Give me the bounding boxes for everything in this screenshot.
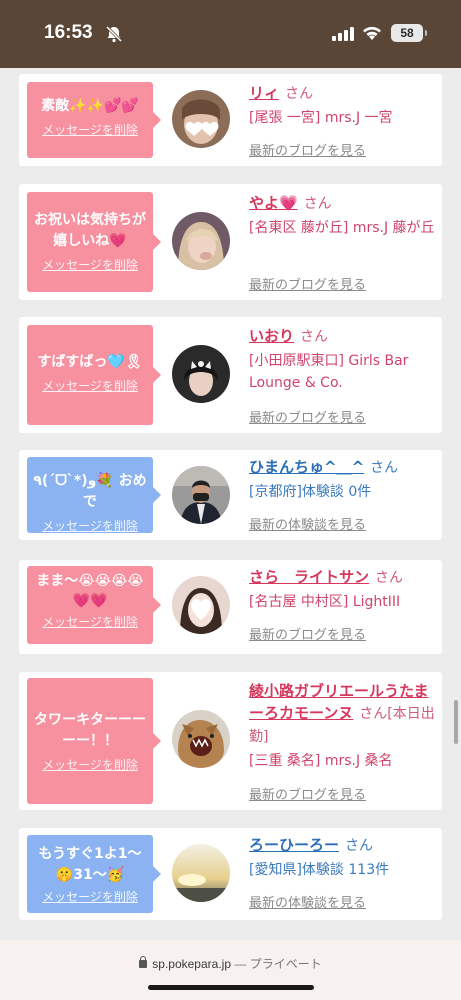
shop-info: [尾張 一宮] mrs.J 一宮 [249,110,393,126]
profile-info: リィ さん [尾張 一宮] mrs.J 一宮 最新のブログを見る [249,82,437,159]
profile-name[interactable]: リィ [249,84,279,102]
message-text: お祝いは気持ちが嬉しいね💗 [34,212,146,249]
honorific: さん [345,838,374,854]
honorific: さん [300,329,329,345]
avatar[interactable] [172,212,230,270]
message-card: お祝いは気持ちが嬉しいね💗 メッセージを削除 やよ💗 さん [名東区 藤が丘] m… [19,184,442,300]
profile-info: ひまんちゅ^＿^ さん [京都府]体験談 0件 最新の体験談を見る [249,456,437,533]
avatar[interactable] [172,466,230,524]
avatar[interactable] [172,710,230,768]
latest-blog-link[interactable]: 最新のブログを見る [249,624,366,643]
shop-info: [京都府]体験談 0件 [249,484,372,500]
delete-message-link[interactable]: メッセージを削除 [27,613,153,630]
latest-experience-link[interactable]: 最新の体験談を見る [249,892,366,911]
message-text: 素敵✨✨💕💕 [41,98,139,114]
latest-blog-link[interactable]: 最新のブログを見る [249,140,366,159]
honorific: さん [375,570,404,586]
status-time: 16:53 [44,22,93,43]
latest-experience-link[interactable]: 最新の体験談を見る [249,514,366,533]
message-bubble: お祝いは気持ちが嬉しいね💗 メッセージを削除 [27,192,161,292]
profile-info: やよ💗 さん [名東区 藤が丘] mrs.J 藤が丘 最新のブログを見る [249,192,437,293]
avatar[interactable] [172,90,230,148]
delete-message-link[interactable]: メッセージを削除 [27,888,153,905]
latest-blog-link[interactable]: 最新のブログを見る [249,784,366,803]
bell-off-icon [105,25,123,43]
message-text: タワーキターーーーー！！ [34,712,146,749]
message-bubble: まま〜😭😭😭😭💗💗 メッセージを削除 [27,566,161,644]
profile-name[interactable]: いおり [249,327,294,345]
message-bubble: タワーキターーーーー！！ メッセージを削除 [27,678,161,804]
wifi-icon [363,26,381,40]
profile-name[interactable]: やよ💗 [249,194,298,212]
latest-blog-link[interactable]: 最新のブログを見る [249,407,366,426]
message-bubble: ٩(ˊᗜˋ*)و💐 おめで メッセージを削除 [27,457,161,534]
home-indicator[interactable] [148,985,314,990]
message-bubble: 素敵✨✨💕💕 メッセージを削除 [27,82,161,158]
latest-blog-link[interactable]: 最新のブログを見る [249,274,366,293]
profile-name[interactable]: さら ライトサン [249,568,369,586]
shop-info: [名東区 藤が丘] mrs.J 藤が丘 [249,220,435,236]
cell-signal-icon [332,27,354,41]
shop-info: [三重 桑名] mrs.J 桑名 [249,753,393,769]
message-bubble: すばすばっ🩵🎗 メッセージを削除 [27,325,161,425]
message-card: もうすぐ1よ1〜🤫31〜🥳 メッセージを削除 ろーひーろー さん [愛知県]体験… [19,828,442,920]
profile-info: さら ライトサン さん [名古屋 中村区] LightIII 最新のブログを見る [249,566,437,643]
avatar[interactable] [172,345,230,403]
honorific: さん [285,86,314,102]
delete-message-link[interactable]: メッセージを削除 [27,121,153,138]
message-card: まま〜😭😭😭😭💗💗 メッセージを削除 さら ライトサン さん [名古屋 中村区] … [19,560,442,654]
delete-message-link[interactable]: メッセージを削除 [27,517,153,534]
message-card: ٩(ˊᗜˋ*)و💐 おめで メッセージを削除 ひまんちゅ^＿^ さん [京都府]体… [19,450,442,540]
message-card: 素敵✨✨💕💕 メッセージを削除 リィ さん [尾張 一宮] mrs.J 一宮 最新… [19,74,442,166]
honorific: さん [370,460,399,476]
scrollbar[interactable] [454,700,458,744]
message-card: タワーキターーーーー！！ メッセージを削除 綾小路ガブリエールうたまーろカモーン… [19,672,442,810]
message-text: もうすぐ1よ1〜🤫31〜🥳 [38,846,142,883]
delete-message-link[interactable]: メッセージを削除 [27,377,153,394]
lock-icon [139,956,148,968]
url-domain[interactable]: sp.pokepara.jp [152,957,231,971]
shop-info: [名古屋 中村区] LightIII [249,594,401,610]
delete-message-link[interactable]: メッセージを削除 [27,256,153,273]
battery-indicator: 58 [391,24,427,42]
profile-info: いおり さん [小田原駅東口] Girls Bar Lounge & Co. 最新… [249,325,437,426]
shop-info: [愛知県]体験談 113件 [249,862,390,878]
profile-info: ろーひーろー さん [愛知県]体験談 113件 最新の体験談を見る [249,834,437,911]
message-bubble: もうすぐ1よ1〜🤫31〜🥳 メッセージを削除 [27,835,161,913]
profile-info: 綾小路ガブリエールうたまーろカモーンヌ さん[本日出勤] [三重 桑名] mrs.… [249,680,437,803]
avatar[interactable] [172,576,230,634]
delete-message-link[interactable]: メッセージを削除 [27,756,153,773]
status-bar: 16:53 58 [0,0,461,68]
private-mode-label: — プライベート [234,957,322,971]
browser-url-bar[interactable]: sp.pokepara.jp — プライベート [0,940,461,1000]
message-text: まま〜😭😭😭😭💗💗 [36,573,144,609]
message-text: ٩(ˊᗜˋ*)و💐 おめで [33,473,147,510]
message-text: すばすばっ🩵🎗 [37,354,143,370]
avatar[interactable] [172,844,230,902]
honorific: さん [303,196,332,212]
message-card: すばすばっ🩵🎗 メッセージを削除 いおり さん [小田原駅東口] Girls Ba… [19,317,442,433]
profile-name[interactable]: ろーひーろー [249,836,339,854]
profile-name[interactable]: ひまんちゅ^＿^ [249,458,364,476]
shop-info: [小田原駅東口] Girls Bar Lounge & Co. [249,353,409,391]
